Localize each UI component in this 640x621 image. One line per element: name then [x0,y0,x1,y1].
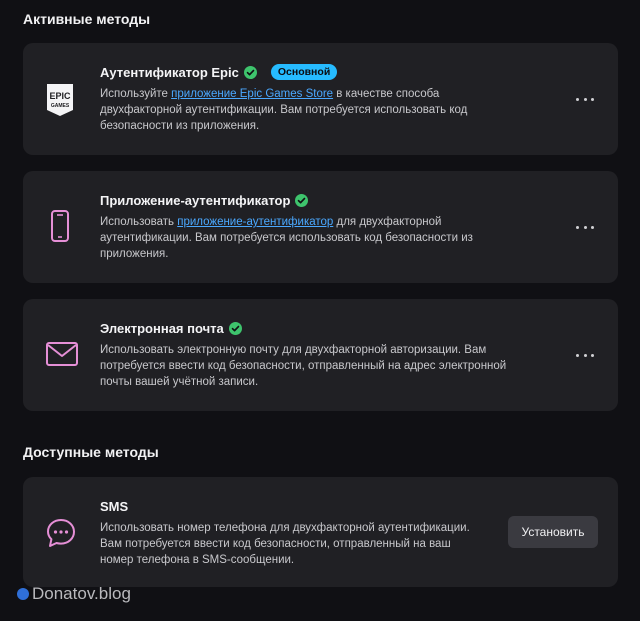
chat-bubble-icon [45,517,77,549]
method-description: Использовать номер телефона для двухфакт… [100,522,470,566]
epic-games-icon: EPIC GAMES [45,83,75,117]
method-card-sms: SMS Использовать номер телефона для двух… [23,477,618,587]
more-options-button[interactable] [576,221,594,233]
phone-icon [45,209,75,245]
svg-text:GAMES: GAMES [51,103,70,109]
verified-check-icon [295,193,309,207]
method-title: Приложение-аутентификатор [100,192,291,208]
more-options-button[interactable] [576,349,594,361]
method-description: Использовать электронную почту для двухф… [100,344,507,388]
authenticator-app-link[interactable]: приложение-аутентификатор [177,216,333,228]
method-description: Использовать приложение-аутентификатор д… [100,216,473,260]
method-description: Используйте приложение Epic Games Store … [100,88,468,132]
epic-store-link[interactable]: приложение Epic Games Store [171,88,333,100]
method-title: SMS [100,498,129,514]
method-title: Аутентификатор Epic [100,64,239,80]
method-card-email: Электронная почта Использовать электронн… [23,299,618,411]
verified-check-icon [243,65,257,79]
watermark-text: Donatov.blog [32,584,131,603]
verified-check-icon [228,321,242,335]
available-methods-heading: Доступные методы [23,444,159,460]
primary-badge: Основной [270,64,338,80]
active-methods-heading: Активные методы [23,11,151,27]
more-options-button[interactable] [576,93,594,105]
watermark: Donatov.blog [17,584,131,604]
watermark-logo-icon [17,588,29,600]
method-card-authenticator-app: Приложение-аутентификатор Использовать п… [23,171,618,283]
method-title: Электронная почта [100,320,224,336]
envelope-icon [45,341,79,367]
install-sms-button[interactable]: Установить [508,516,598,548]
svg-text:EPIC: EPIC [49,91,71,101]
method-card-epic: EPIC GAMES Аутентификатор Epic Основной … [23,43,618,155]
